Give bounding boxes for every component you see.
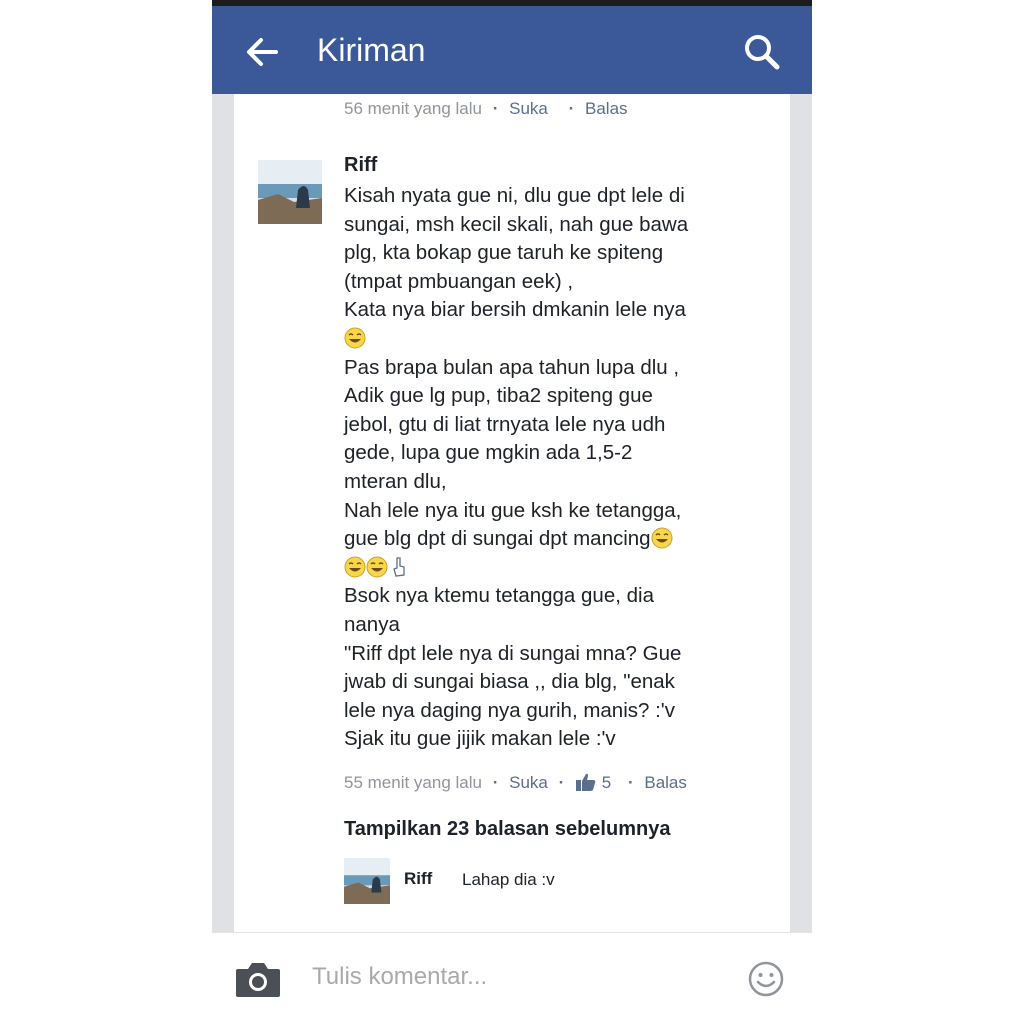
- show-previous-replies-link[interactable]: Tampilkan 23 balasan sebelumnya: [344, 818, 670, 841]
- reply-avatar[interactable]: [344, 858, 390, 904]
- prev-comment-time: 56 menit yang lalu: [344, 99, 482, 118]
- comment-text-part-1: Kisah nyata gue ni, dlu gue dpt lele di …: [344, 184, 689, 322]
- comment-text-part-2: Pas brapa bulan apa tahun lupa dlu , Adi…: [344, 355, 682, 551]
- laughing-emoji-icon: [344, 556, 366, 578]
- page-title: Kiriman: [317, 32, 426, 68]
- reply-author[interactable]: Riff: [404, 869, 432, 889]
- reply-text: Lahap dia :v: [462, 870, 555, 889]
- prev-comment-reply-button[interactable]: Balas: [585, 99, 628, 118]
- pointing-hand-emoji-icon: [393, 557, 405, 577]
- laughing-emoji-icon: [366, 556, 388, 578]
- like-count[interactable]: 5: [602, 773, 611, 792]
- comment-author[interactable]: Riff: [344, 154, 377, 177]
- camera-icon[interactable]: [234, 959, 282, 999]
- comment-feed: 56 menit yang lalu · Suka · Balas Riff K…: [212, 94, 812, 932]
- reply-avatar-image: [344, 858, 390, 904]
- comment-text-part-3: Bsok nya ktemu tetangga gue, dia nanya "…: [344, 584, 682, 751]
- avatar[interactable]: [258, 160, 322, 224]
- smiley-icon[interactable]: [748, 961, 784, 997]
- avatar-image: [258, 160, 322, 224]
- comment-text: Kisah nyata gue ni, dlu gue dpt lele di …: [344, 182, 764, 754]
- comments-card: 56 menit yang lalu · Suka · Balas Riff K…: [234, 94, 790, 932]
- comment-reply-button[interactable]: Balas: [644, 773, 687, 792]
- thumbs-up-icon[interactable]: [575, 772, 597, 792]
- comment-time: 55 menit yang lalu: [344, 773, 482, 792]
- prev-comment-meta: 56 menit yang lalu · Suka · Balas: [344, 99, 628, 118]
- comment-input[interactable]: [312, 959, 642, 995]
- arrow-left-icon[interactable]: [242, 32, 282, 72]
- comment-meta: 55 menit yang lalu · Suka · 5 · Balas: [344, 772, 687, 792]
- laughing-emoji-icon: [651, 527, 673, 549]
- comment-like-button[interactable]: Suka: [509, 773, 548, 792]
- top-app-bar: Kiriman: [212, 6, 812, 94]
- search-icon[interactable]: [740, 30, 784, 74]
- prev-comment-like-button[interactable]: Suka: [509, 99, 548, 118]
- comment-composer: [212, 932, 812, 1025]
- phone-screen: Kiriman 56 menit yang lalu · Suka · Bala…: [212, 0, 812, 1025]
- laughing-emoji-icon: [344, 327, 366, 349]
